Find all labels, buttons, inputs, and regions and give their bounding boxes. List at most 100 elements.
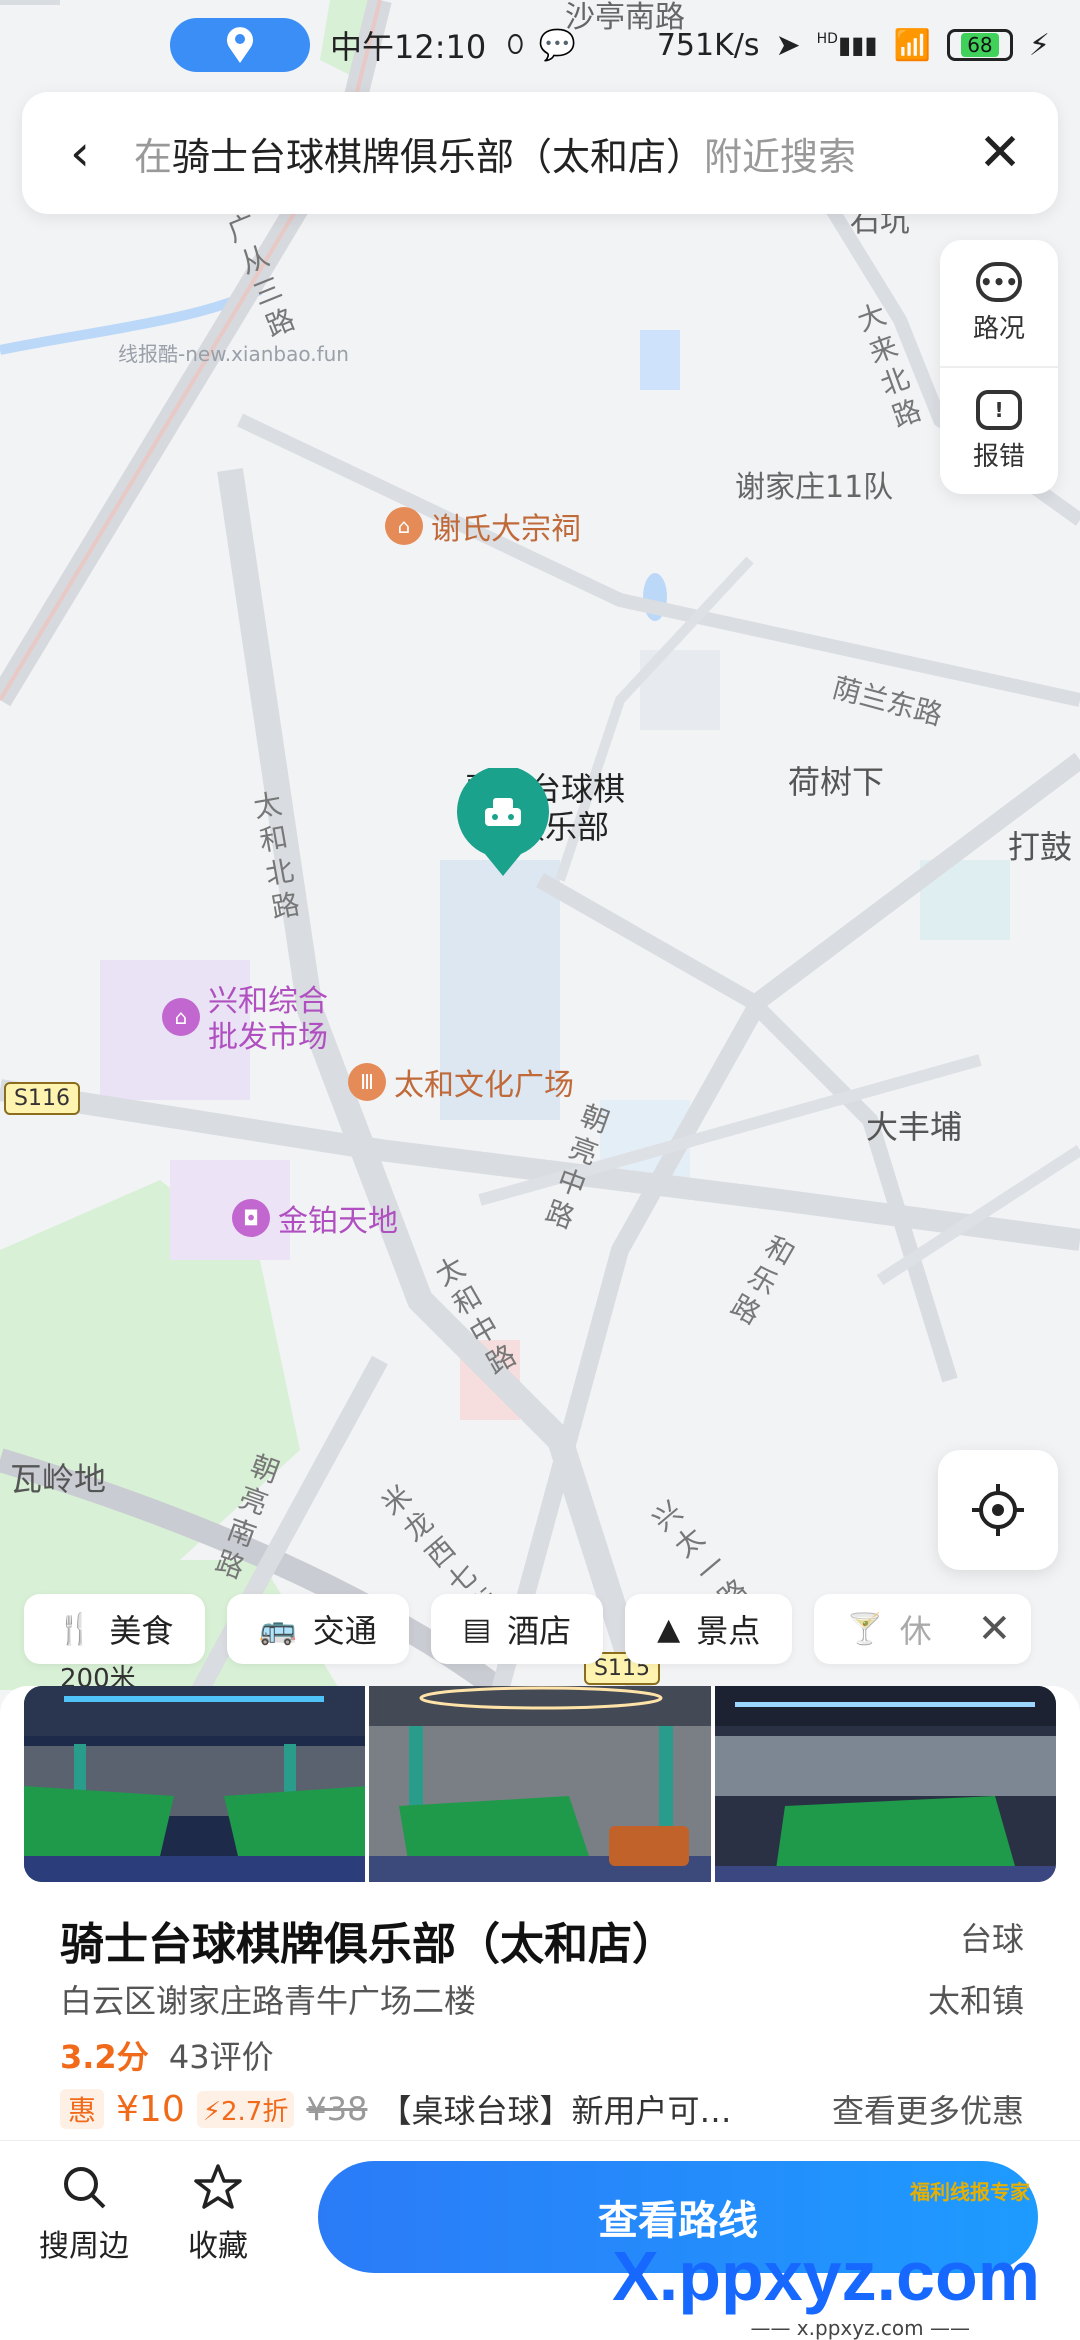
deal-badge: 惠: [60, 2089, 105, 2129]
search-bar[interactable]: ‹ 在骑士台球棋牌俱乐部（太和店）附近搜索 ✕: [22, 92, 1058, 214]
poi-title: 骑士台球棋牌俱乐部（太和店）: [60, 1919, 676, 1970]
selected-poi-marker[interactable]: 骑士台球棋牌俱乐部: [455, 768, 635, 876]
mountain-icon: ▲: [657, 1611, 681, 1647]
bottom-bar: 搜周边 收藏 查看路线 福利线报专家 X.ppxyz.com —— x.ppxy…: [0, 2140, 1080, 2340]
shopping-bag-icon: ◘: [232, 1199, 270, 1237]
temple-icon: ⌂: [385, 507, 423, 545]
weibo-icon: ௦: [506, 24, 525, 62]
deal-price: ¥10: [116, 2088, 185, 2130]
poi-label: 金铂天地: [278, 1204, 398, 1239]
chip-label: 休: [899, 1612, 932, 1650]
charging-icon: ⚡: [1028, 27, 1050, 63]
chip-transport[interactable]: 🚌 交通: [227, 1594, 409, 1664]
poi-label: 谢氏大宗祠: [431, 512, 581, 547]
lightning-icon: ⚡: [202, 2096, 221, 2127]
close-icon[interactable]: ✕: [978, 1606, 1012, 1652]
back-button[interactable]: ‹: [50, 123, 110, 183]
chip-label: 交通: [312, 1612, 377, 1650]
poi-shopping-mall[interactable]: ◘ 金铂天地: [232, 1196, 398, 1240]
poi-photos[interactable]: [24, 1686, 1056, 1882]
poi-photo[interactable]: [714, 1686, 1056, 1882]
search-suffix: 附近搜索: [704, 134, 857, 179]
deal-discount-text: 2.7折: [221, 2096, 289, 2127]
poi-address: 白云区谢家庄路青牛广场二楼: [60, 1982, 477, 2020]
battery-level: 68: [961, 33, 999, 57]
locate-button[interactable]: [938, 1450, 1058, 1570]
billiards-pin-icon: [457, 768, 549, 876]
place-label: 荷树下: [788, 763, 885, 801]
poi-label: 太和文化广场: [394, 1068, 574, 1103]
chip-label: 美食: [109, 1612, 174, 1650]
more-deals-link[interactable]: 查看更多优惠: [832, 2086, 1024, 2132]
chip-scenic[interactable]: ▲ 景点: [625, 1594, 793, 1664]
location-arrow-icon: ➤: [775, 27, 801, 63]
map-watermark: 线报酷-new.xianbao.fun: [118, 342, 349, 366]
close-button[interactable]: ✕: [970, 123, 1030, 183]
market-icon: ⌂: [162, 998, 200, 1036]
place-label: 打鼓: [1008, 828, 1073, 866]
status-bar: 中午12:10 ௦ 💬 751K/s ➤ HD▮▮▮ 📶 68 ⚡: [0, 0, 1080, 90]
poi-deal[interactable]: 惠 ¥10 ⚡2.7折 ¥38 【桌球台球】新用户可…: [60, 2086, 731, 2132]
food-icon: 🍴: [56, 1611, 94, 1647]
place-label: 瓦岭地: [10, 1460, 107, 1498]
location-pill[interactable]: [170, 18, 310, 72]
poi-market[interactable]: ⌂ 兴和综合批发市场: [162, 984, 343, 1056]
rating-score: 3.2分: [60, 2038, 149, 2076]
status-time: 中午12:10: [330, 28, 487, 66]
search-icon: [64, 2167, 106, 2209]
signal-icon: HD▮▮▮: [816, 31, 878, 59]
search-query[interactable]: 在骑士台球棋牌俱乐部（太和店）附近搜索: [134, 126, 970, 181]
category-chips: 🍴 美食 🚌 交通 ▤ 酒店 ▲ 景点 🍸 休 ✕: [24, 1594, 1080, 1668]
poi-card[interactable]: 骑士台球棋牌俱乐部（太和店） 台球 白云区谢家庄路青牛广场二楼 太和镇 3.2分…: [0, 1686, 1080, 2140]
watermark-badge: 福利线报专家: [910, 2180, 1030, 2204]
chip-food[interactable]: 🍴 美食: [24, 1594, 206, 1664]
poi-ancestral-hall[interactable]: ⌂ 谢氏大宗祠: [385, 504, 581, 548]
traffic-button[interactable]: ••• 路况: [940, 240, 1058, 366]
chip-hotel[interactable]: ▤ 酒店: [430, 1594, 604, 1664]
poi-area: 太和镇: [927, 1982, 1024, 2020]
deal-discount: ⚡2.7折: [196, 2090, 295, 2128]
network-speed: 751K/s: [656, 27, 760, 63]
chip-leisure[interactable]: 🍸 休 ✕: [814, 1594, 1032, 1664]
crosshair-icon: [972, 1484, 1024, 1536]
wechat-icon: 💬: [538, 27, 576, 63]
star-icon: [194, 2164, 242, 2209]
battery-icon: 68: [946, 29, 1013, 61]
signal-label: HD: [816, 31, 838, 47]
report-error-button[interactable]: ! 报错: [940, 366, 1058, 494]
wifi-icon: 📶: [893, 27, 931, 63]
watermark-logo: X.ppxyz.com: [612, 2237, 1040, 2315]
location-pin-icon: [227, 27, 253, 63]
poi-culture-square[interactable]: Ⅲ 太和文化广场: [348, 1060, 574, 1104]
report-label: 报错: [972, 441, 1025, 472]
poi-photo[interactable]: [369, 1686, 711, 1882]
close-icon: ✕: [978, 123, 1022, 183]
deal-original-price: ¥38: [306, 2090, 368, 2128]
poi-photo[interactable]: [24, 1686, 366, 1882]
favorite-button[interactable]: 收藏: [158, 2163, 278, 2265]
traffic-icon: •••: [976, 261, 1022, 302]
search-prefix: 在: [134, 134, 173, 179]
review-count[interactable]: 43评价: [169, 2038, 274, 2076]
search-nearby-button[interactable]: 搜周边: [24, 2163, 144, 2265]
road-badge-s116: S116: [4, 1082, 80, 1115]
poi-rating: 3.2分 43评价: [60, 2032, 274, 2078]
chip-label: 景点: [696, 1612, 761, 1650]
map-side-panel: ••• 路况 ! 报错: [940, 240, 1058, 494]
place-label: 谢家庄11队: [735, 470, 894, 505]
cocktail-icon: 🍸: [846, 1611, 884, 1647]
watermark-sub: —— x.ppxyz.com ——: [750, 2316, 970, 2340]
place-label: 大丰埔: [866, 1108, 963, 1146]
poi-category: 台球: [959, 1920, 1024, 1958]
poi-label: 兴和综合批发市场: [208, 984, 328, 1055]
map-view[interactable]: S116 S115 沙亭南路 谢家庄11队 荷树下 打鼓 大丰埔 瓦岭地 石坑 …: [0, 0, 1080, 1690]
museum-icon: Ⅲ: [348, 1063, 386, 1101]
traffic-label: 路况: [972, 313, 1025, 344]
chevron-left-icon: ‹: [70, 124, 90, 182]
search-place: 骑士台球棋牌俱乐部（太和店）: [172, 134, 705, 179]
favorite-label: 收藏: [188, 2229, 248, 2264]
bus-icon: 🚌: [259, 1611, 297, 1647]
nearby-label: 搜周边: [39, 2229, 129, 2264]
hotel-icon: ▤: [462, 1611, 492, 1647]
chip-label: 酒店: [507, 1612, 572, 1650]
